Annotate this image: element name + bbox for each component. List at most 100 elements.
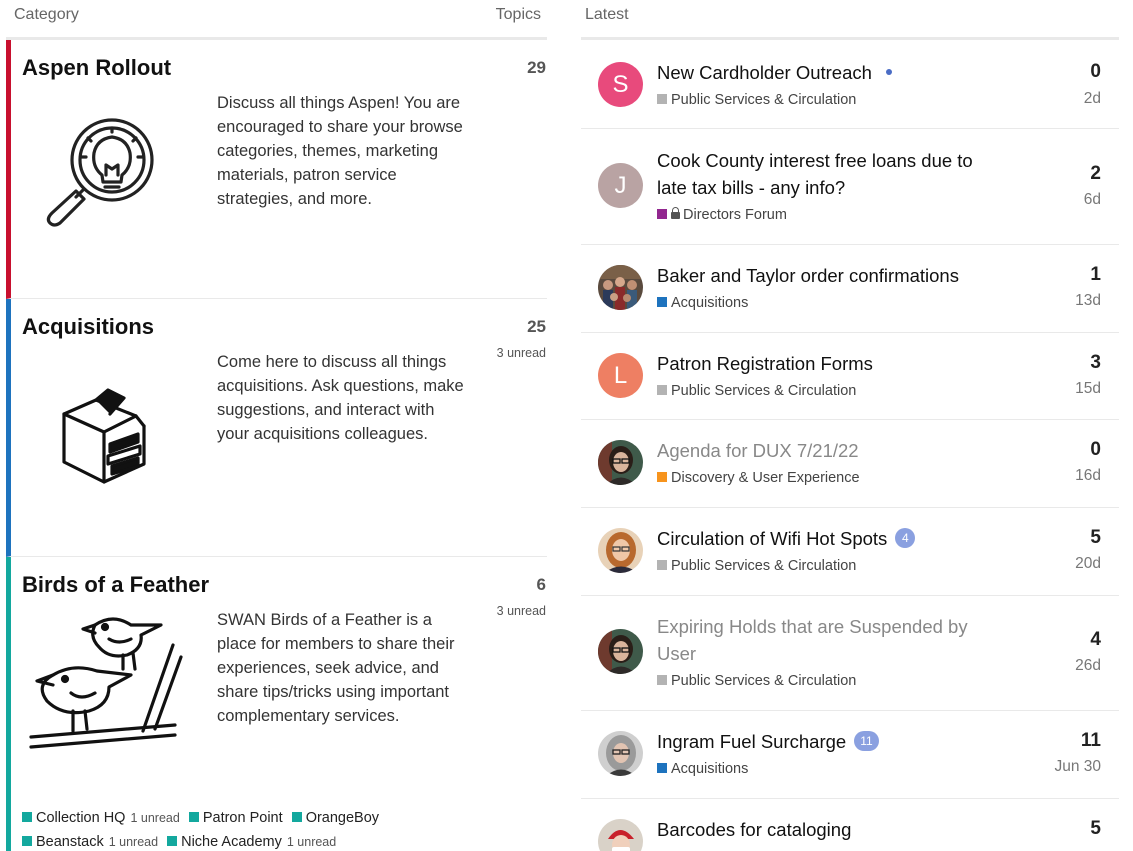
avatar[interactable]: S — [598, 62, 643, 107]
topic-row[interactable]: Circulation of Wifi Hot Spots 4 Public Se… — [581, 508, 1119, 596]
topic-age[interactable]: 6d — [1084, 191, 1101, 209]
subcategory-name[interactable]: Beanstack — [36, 834, 104, 850]
topic-category[interactable]: Directors Forum — [657, 207, 787, 223]
topic-row[interactable]: Baker and Taylor order confirmations Acq… — [581, 245, 1119, 333]
topic-title[interactable]: Cook County interest free loans due to l… — [657, 147, 987, 201]
topic-age[interactable]: Jun 30 — [1054, 758, 1101, 776]
topic-row[interactable]: Barcodes for cataloging 5 — [581, 799, 1119, 851]
unread-posts-badge[interactable]: 11 — [854, 731, 879, 751]
topic-row[interactable]: S New Cardholder Outreach Public Service… — [581, 42, 1119, 129]
subcategory-beanstack[interactable]: Beanstack 1 unread — [22, 830, 158, 851]
category-title[interactable]: Birds of a Feather — [22, 572, 209, 598]
category-color-square — [657, 209, 667, 219]
category-color-square — [657, 385, 667, 395]
category-color-square — [657, 94, 667, 104]
category-title[interactable]: Aspen Rollout — [22, 55, 171, 81]
topic-title[interactable]: Baker and Taylor order confirmations — [657, 262, 987, 289]
latest-column: Latest S New Cardholder Outreach Public … — [581, 0, 1119, 851]
subcategory-name[interactable]: Patron Point — [203, 810, 283, 826]
category-aspen-rollout[interactable]: Aspen Rollout 29 Discuss all things Aspe… — [6, 40, 547, 299]
reply-count[interactable]: 0 — [1090, 61, 1101, 83]
subcategory-name[interactable]: Collection HQ — [36, 810, 125, 826]
subcategory-patron-point[interactable]: Patron Point — [188, 806, 283, 830]
person-red-hat-avatar[interactable] — [598, 819, 643, 851]
reply-count[interactable]: 0 — [1090, 439, 1101, 461]
woman-red-hair-avatar[interactable] — [598, 528, 643, 573]
topic-category[interactable]: Acquisitions — [657, 295, 748, 311]
topic-title-text[interactable]: Ingram Fuel Surcharge — [657, 731, 846, 752]
category-title[interactable]: Acquisitions — [22, 314, 154, 340]
topic-title[interactable]: Ingram Fuel Surcharge 11 — [657, 728, 987, 755]
topic-category-name[interactable]: Public Services & Circulation — [671, 92, 856, 108]
avatar[interactable]: L — [598, 353, 643, 398]
topics-column-label[interactable]: Topics — [496, 6, 541, 24]
subcategory-unread[interactable]: 1 unread — [109, 835, 158, 849]
topic-age[interactable]: 20d — [1075, 555, 1101, 573]
topic-age[interactable]: 16d — [1075, 467, 1101, 485]
topic-category[interactable]: Discovery & User Experience — [657, 470, 860, 486]
topic-title[interactable]: Expiring Holds that are Suspended by Use… — [657, 613, 987, 667]
subcategory-unread[interactable]: 1 unread — [130, 811, 179, 825]
category-color-square — [167, 836, 178, 846]
topic-category[interactable]: Public Services & Circulation — [657, 558, 856, 574]
topic-row[interactable]: L Patron Registration Forms Public Servi… — [581, 333, 1119, 420]
topic-category-name[interactable]: Directors Forum — [683, 207, 787, 223]
subcategory-collection-hq[interactable]: Collection HQ 1 unread — [22, 806, 180, 830]
topic-category[interactable]: Public Services & Circulation — [657, 383, 856, 399]
reply-count[interactable]: 5 — [1090, 527, 1101, 549]
subcategory-unread[interactable]: 1 unread — [287, 835, 336, 849]
subcategory-orangeboy[interactable]: OrangeBoy — [291, 806, 379, 830]
topic-category[interactable]: Public Services & Circulation — [657, 92, 856, 108]
reply-count[interactable]: 2 — [1090, 163, 1101, 185]
avatar[interactable]: J — [598, 163, 643, 208]
topic-category-name[interactable]: Public Services & Circulation — [671, 558, 856, 574]
reply-count[interactable]: 4 — [1090, 629, 1101, 651]
topic-title[interactable]: New Cardholder Outreach — [657, 59, 987, 86]
topic-row[interactable]: Expiring Holds that are Suspended by Use… — [581, 596, 1119, 711]
subcategory-name[interactable]: OrangeBoy — [306, 810, 379, 826]
reply-count[interactable]: 3 — [1090, 352, 1101, 374]
reply-count[interactable]: 11 — [1081, 730, 1101, 752]
unread-posts-badge[interactable]: 4 — [895, 528, 916, 548]
box-of-books-icon — [26, 354, 176, 504]
subcategory-niche-academy[interactable]: Niche Academy 1 unread — [167, 830, 336, 851]
topic-age[interactable]: 15d — [1075, 380, 1101, 398]
topic-category-name[interactable]: Discovery & User Experience — [671, 470, 860, 486]
topic-title[interactable]: Circulation of Wifi Hot Spots 4 — [657, 525, 987, 552]
reply-count[interactable]: 5 — [1090, 818, 1101, 840]
topic-category-name[interactable]: Acquisitions — [671, 761, 748, 777]
topic-row[interactable]: Ingram Fuel Surcharge 11 Acquisitions 11 … — [581, 711, 1119, 799]
unread-count[interactable]: 3 unread — [497, 346, 546, 360]
topic-title-text[interactable]: New Cardholder Outreach — [657, 62, 872, 83]
topic-row[interactable]: Agenda for DUX 7/21/22 Discovery & User … — [581, 420, 1119, 508]
topic-age[interactable]: 2d — [1084, 90, 1101, 108]
topic-row[interactable]: J Cook County interest free loans due to… — [581, 129, 1119, 245]
topic-title[interactable]: Barcodes for cataloging — [657, 816, 987, 843]
woman-glasses-avatar[interactable] — [598, 440, 643, 485]
unread-count[interactable]: 3 unread — [497, 604, 546, 618]
topic-age[interactable]: 26d — [1075, 657, 1101, 675]
topic-category-name[interactable]: Acquisitions — [671, 295, 748, 311]
topic-category[interactable]: Public Services & Circulation — [657, 673, 856, 689]
new-topic-dot-icon — [885, 69, 892, 75]
topic-title[interactable]: Agenda for DUX 7/21/22 — [657, 437, 987, 464]
subcategory-name[interactable]: Niche Academy — [181, 834, 282, 850]
category-column-label[interactable]: Category — [14, 6, 79, 24]
woman-glasses-avatar[interactable] — [598, 629, 643, 674]
topic-category[interactable]: Acquisitions — [657, 761, 748, 777]
topic-title[interactable]: Patron Registration Forms — [657, 350, 987, 377]
reply-count[interactable]: 1 — [1090, 264, 1101, 286]
group-photo-avatar[interactable] — [598, 265, 643, 310]
topic-age[interactable]: 13d — [1075, 292, 1101, 310]
topic-category-name[interactable]: Public Services & Circulation — [671, 673, 856, 689]
category-description: Come here to discuss all things acquisit… — [217, 353, 464, 443]
category-birds-of-a-feather[interactable]: Birds of a Feather 6 3 unread SWAN Birds… — [6, 557, 547, 851]
woman-gray-hair-avatar[interactable] — [598, 731, 643, 776]
topic-category-name[interactable]: Public Services & Circulation — [671, 383, 856, 399]
topic-title-text[interactable]: Circulation of Wifi Hot Spots — [657, 528, 887, 549]
category-color-square — [188, 812, 199, 822]
category-acquisitions[interactable]: Acquisitions 25 3 unread Come here to di… — [6, 299, 547, 557]
latest-column-label: Latest — [585, 6, 629, 23]
category-color-square — [657, 763, 667, 773]
category-color-square — [22, 812, 32, 822]
